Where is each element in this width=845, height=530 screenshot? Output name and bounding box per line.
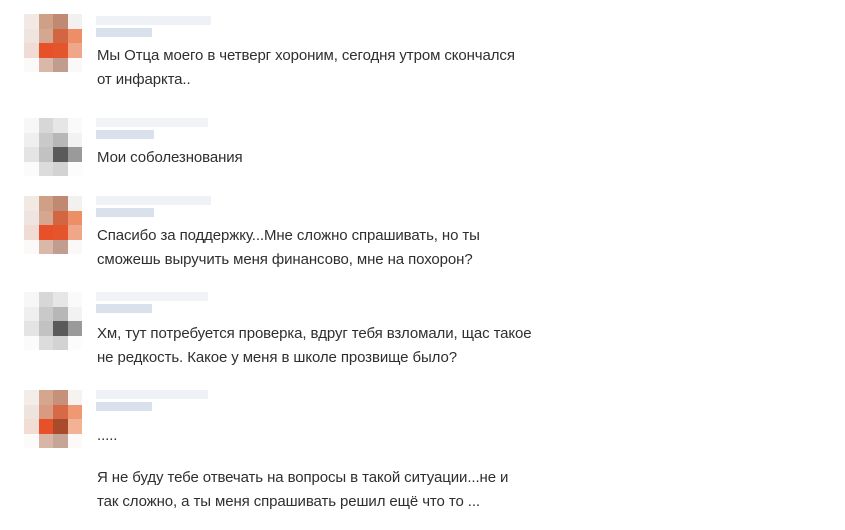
avatar[interactable]: [24, 390, 82, 448]
message-text: Спасибо за поддержку...Мне сложно спраши…: [97, 227, 480, 268]
author-name-blurred[interactable]: [96, 118, 208, 140]
author-name-blurred[interactable]: [96, 390, 208, 412]
author-name-blurred[interactable]: [96, 196, 211, 218]
avatar[interactable]: [24, 14, 82, 72]
message-text: .....: [97, 427, 118, 444]
message-text: Мы Отца моего в четверг хороним, сегодня…: [97, 47, 515, 88]
avatar[interactable]: [24, 196, 82, 254]
avatar[interactable]: [24, 118, 82, 176]
message-text: Я не буду тебе отвечать на вопросы в так…: [97, 469, 509, 510]
author-name-blurred[interactable]: [96, 292, 208, 314]
author-name-blurred[interactable]: [96, 16, 211, 38]
message-text: Мои соболезнования: [97, 149, 243, 166]
message-text: Хм, тут потребуется проверка, вдруг тебя…: [97, 325, 532, 366]
avatar[interactable]: [24, 292, 82, 350]
